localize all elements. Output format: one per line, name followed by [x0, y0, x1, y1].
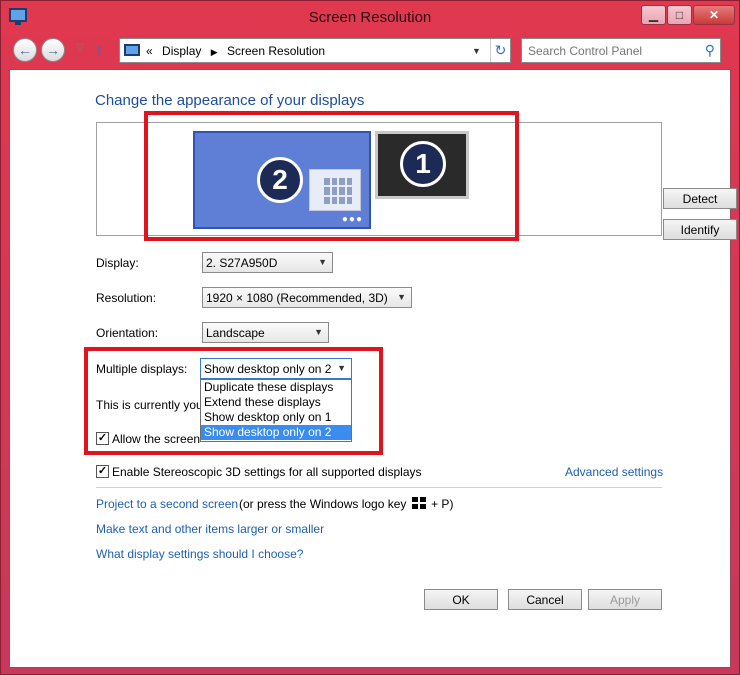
- forward-button[interactable]: →: [41, 38, 65, 62]
- search-box[interactable]: ⚲: [521, 38, 721, 63]
- chevron-down-icon: ▼: [318, 257, 327, 267]
- project-hint-text-b: + P): [431, 497, 454, 511]
- stereoscopic-checkbox[interactable]: ✓: [96, 465, 109, 478]
- control-panel-icon: [124, 44, 140, 56]
- allow-screen-label: Allow the screen: [112, 432, 201, 446]
- allow-screen-checkbox[interactable]: ✓: [96, 432, 109, 445]
- search-icon[interactable]: ⚲: [705, 42, 715, 59]
- search-input[interactable]: [528, 40, 698, 61]
- title-bar: Screen Resolution ▁ □ ✕: [1, 1, 739, 33]
- apply-button[interactable]: Apply: [588, 589, 662, 610]
- chevron-down-icon: ▼: [314, 327, 323, 337]
- resolution-label: Resolution:: [96, 291, 157, 305]
- display-help-link[interactable]: What display settings should I choose?: [96, 547, 303, 561]
- dropdown-option-extend[interactable]: Extend these displays: [201, 395, 351, 410]
- orientation-label: Orientation:: [96, 326, 159, 340]
- forward-arrow-icon: →: [46, 42, 60, 58]
- address-dropdown-icon[interactable]: ▼: [472, 46, 481, 56]
- maximize-button[interactable]: □: [667, 5, 692, 25]
- advanced-settings-link[interactable]: Advanced settings: [565, 465, 663, 479]
- ok-button[interactable]: OK: [424, 589, 498, 610]
- address-box[interactable]: « Display ▶ Screen Resolution ▼ ↻: [119, 38, 511, 63]
- dropdown-option-duplicate[interactable]: Duplicate these displays: [201, 380, 351, 395]
- window: Screen Resolution ▁ □ ✕ ← → ▽ ↑ « Displa…: [0, 0, 740, 675]
- highlight-box-monitors: [144, 111, 519, 241]
- back-button[interactable]: ←: [13, 38, 37, 62]
- address-bar: ← → ▽ ↑ « Display ▶ Screen Resolution ▼ …: [9, 33, 731, 69]
- detect-button[interactable]: Detect: [663, 188, 737, 209]
- cancel-button[interactable]: Cancel: [508, 589, 582, 610]
- multiple-displays-select-value: Show desktop only on 2: [204, 362, 332, 376]
- dropdown-option-only-1[interactable]: Show desktop only on 1: [201, 410, 351, 425]
- project-hint: (or press the Windows logo key + P): [239, 497, 453, 511]
- display-select-value: 2. S27A950D: [206, 256, 278, 270]
- divider: [96, 487, 662, 488]
- identify-button[interactable]: Identify: [663, 219, 737, 240]
- recent-locations-chevron-icon[interactable]: ▽: [76, 42, 84, 53]
- stereoscopic-label: Enable Stereoscopic 3D settings for all …: [112, 465, 422, 479]
- up-arrow-icon[interactable]: ↑: [95, 42, 103, 60]
- multiple-displays-select[interactable]: Show desktop only on 2 ▼: [200, 358, 352, 379]
- back-arrow-icon: ←: [18, 42, 32, 58]
- breadcrumb-separator-icon[interactable]: ▶: [211, 47, 218, 57]
- project-second-screen-link[interactable]: Project to a second screen: [96, 497, 238, 511]
- breadcrumb: « Display ▶ Screen Resolution: [146, 44, 325, 58]
- orientation-select[interactable]: Landscape ▼: [202, 322, 329, 343]
- main-panel: Change the appearance of your displays 2…: [9, 69, 737, 668]
- current-display-text: This is currently you: [96, 398, 203, 412]
- project-hint-text-a: (or press the Windows logo key: [239, 497, 407, 511]
- minimize-button[interactable]: ▁: [641, 5, 666, 25]
- chevron-down-icon: ▼: [397, 292, 406, 302]
- close-button[interactable]: ✕: [693, 5, 735, 25]
- multiple-displays-label: Multiple displays:: [96, 362, 188, 376]
- display-label: Display:: [96, 256, 139, 270]
- breadcrumb-item-display[interactable]: Display: [162, 44, 201, 58]
- dropdown-option-only-2[interactable]: Show desktop only on 2: [201, 425, 351, 440]
- display-select[interactable]: 2. S27A950D ▼: [202, 252, 333, 273]
- multiple-displays-dropdown: Duplicate these displays Extend these di…: [200, 379, 352, 442]
- refresh-icon[interactable]: ↻: [490, 39, 510, 62]
- chevron-down-icon: ▼: [337, 363, 346, 373]
- resolution-select[interactable]: 1920 × 1080 (Recommended, 3D) ▼: [202, 287, 412, 308]
- breadcrumb-item-screen-resolution[interactable]: Screen Resolution: [227, 44, 325, 58]
- windows-logo-icon: [411, 497, 426, 509]
- breadcrumb-overflow[interactable]: «: [146, 44, 153, 58]
- orientation-select-value: Landscape: [206, 326, 265, 340]
- page-title: Change the appearance of your displays: [95, 92, 365, 109]
- window-title: Screen Resolution: [308, 9, 432, 26]
- resolution-select-value: 1920 × 1080 (Recommended, 3D): [206, 291, 388, 305]
- text-size-link[interactable]: Make text and other items larger or smal…: [96, 522, 324, 536]
